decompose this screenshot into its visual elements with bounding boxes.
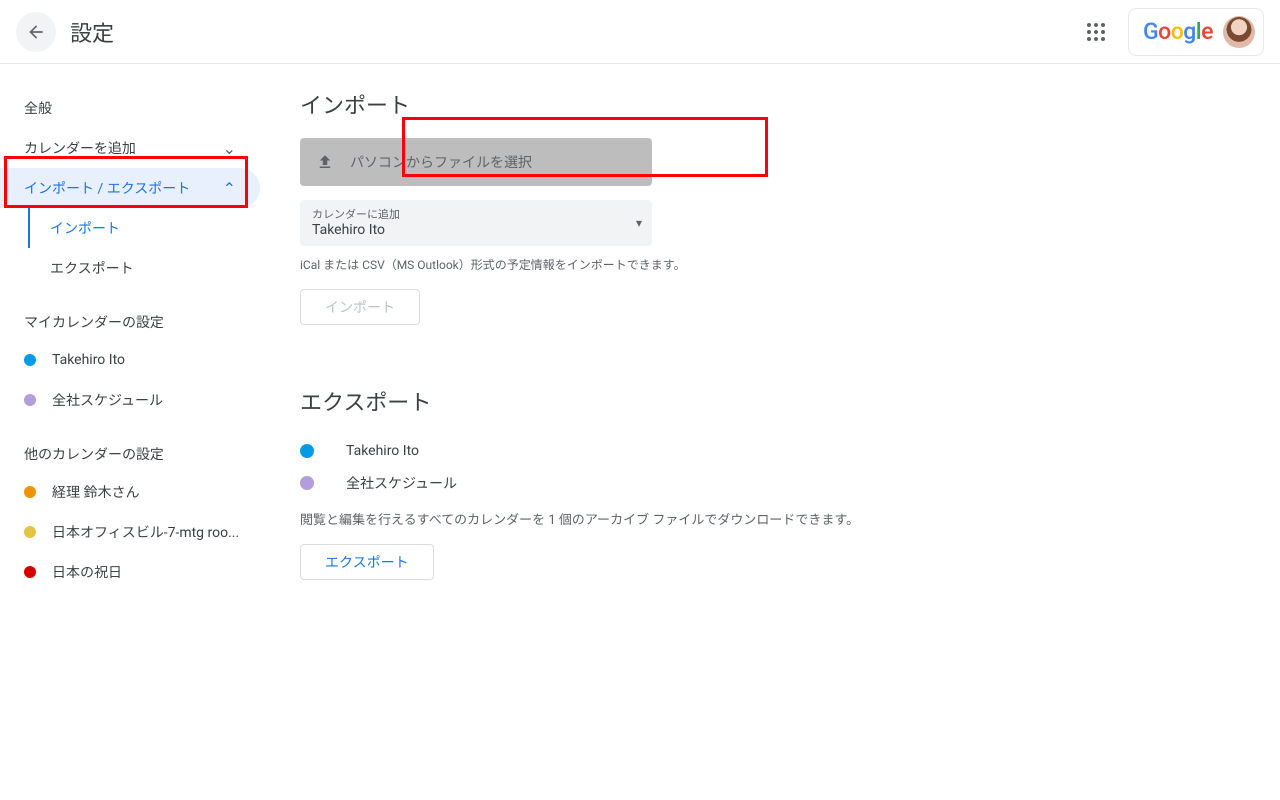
page-title: 設定 — [70, 16, 1076, 48]
calendar-color-dot — [24, 486, 36, 498]
export-calendar-item: Takehiro Ito — [300, 435, 1240, 467]
google-logo: Google — [1143, 18, 1213, 45]
other-calendar-item[interactable]: 経理 鈴木さん — [24, 472, 260, 512]
calendar-label: 全社スケジュール — [52, 390, 163, 410]
calendar-color-dot — [24, 354, 36, 366]
export-hint: 閲覧と編集を行えるすべてのカレンダーを 1 個のアーカイブ ファイルでダウンロー… — [300, 509, 1240, 528]
export-calendar-item: 全社スケジュール — [300, 467, 1240, 499]
pick-file-button[interactable]: パソコンからファイルを選択 — [300, 138, 652, 186]
button-label: エクスポート — [325, 552, 409, 572]
calendar-label: 日本オフィスビル-7-mtg roo... — [52, 522, 239, 542]
button-label: インポート — [325, 297, 395, 317]
nav-sub-import[interactable]: インポート — [28, 208, 260, 248]
nav-label: エクスポート — [50, 258, 134, 278]
arrow-left-icon — [26, 22, 46, 42]
apps-grid-icon — [1087, 23, 1105, 41]
nav-label: 全般 — [24, 98, 52, 118]
my-calendar-item[interactable]: 全社スケジュール — [24, 380, 260, 420]
main-content: インポート パソコンからファイルを選択 カレンダーに追加 Takehiro It… — [260, 64, 1280, 616]
calendar-label: Takehiro Ito — [346, 443, 419, 459]
google-apps-button[interactable] — [1076, 12, 1116, 52]
nav-sub-export[interactable]: エクスポート — [28, 248, 260, 288]
calendar-label: Takehiro Ito — [52, 352, 125, 368]
back-button[interactable] — [16, 12, 56, 52]
import-heading: インポート — [300, 88, 1240, 120]
header: 設定 Google — [0, 0, 1280, 64]
sidebar: 全般 カレンダーを追加 ⌄ インポート / エクスポート ⌃ インポート エクス… — [0, 64, 260, 616]
calendar-label: 経理 鈴木さん — [52, 482, 139, 502]
select-value: Takehiro Ito — [312, 222, 640, 238]
nav-add-calendar[interactable]: カレンダーを追加 ⌄ — [0, 128, 260, 168]
nav-label: カレンダーを追加 — [24, 138, 136, 158]
pick-file-label: パソコンからファイルを選択 — [350, 152, 532, 172]
import-hint: iCal または CSV（MS Outlook）形式の予定情報をインポートできま… — [300, 256, 1240, 273]
other-calendar-item[interactable]: 日本の祝日 — [24, 552, 260, 592]
export-heading: エクスポート — [300, 385, 1240, 417]
sidebar-mycal-header: マイカレンダーの設定 — [24, 312, 260, 332]
calendar-label: 日本の祝日 — [52, 562, 122, 582]
export-button[interactable]: エクスポート — [300, 544, 434, 580]
calendar-color-dot — [300, 476, 314, 490]
chevron-down-icon: ⌄ — [223, 139, 236, 158]
calendar-label: 全社スケジュール — [346, 473, 457, 493]
select-label: カレンダーに追加 — [312, 206, 640, 222]
export-section: エクスポート Takehiro Ito 全社スケジュール 閲覧と編集を行えるすべて… — [300, 385, 1240, 580]
sidebar-othercal-header: 他のカレンダーの設定 — [24, 444, 260, 464]
calendar-color-dot — [24, 394, 36, 406]
nav-import-export[interactable]: インポート / エクスポート ⌃ — [0, 168, 260, 208]
avatar — [1223, 16, 1255, 48]
nav-general[interactable]: 全般 — [0, 88, 260, 128]
account-switcher[interactable]: Google — [1128, 8, 1264, 56]
calendar-color-dot — [300, 444, 314, 458]
nav-label: インポート — [50, 218, 120, 238]
chevron-up-icon: ⌃ — [223, 179, 236, 198]
add-to-calendar-select[interactable]: カレンダーに追加 Takehiro Ito ▾ — [300, 200, 652, 246]
calendar-color-dot — [24, 566, 36, 578]
import-section: インポート パソコンからファイルを選択 カレンダーに追加 Takehiro It… — [300, 88, 1240, 325]
chevron-down-icon: ▾ — [636, 216, 642, 230]
calendar-color-dot — [24, 526, 36, 538]
nav-label: インポート / エクスポート — [24, 178, 190, 198]
other-calendar-item[interactable]: 日本オフィスビル-7-mtg roo... — [24, 512, 260, 552]
import-button[interactable]: インポート — [300, 289, 420, 325]
my-calendar-item[interactable]: Takehiro Ito — [24, 340, 260, 380]
upload-icon — [316, 153, 334, 171]
